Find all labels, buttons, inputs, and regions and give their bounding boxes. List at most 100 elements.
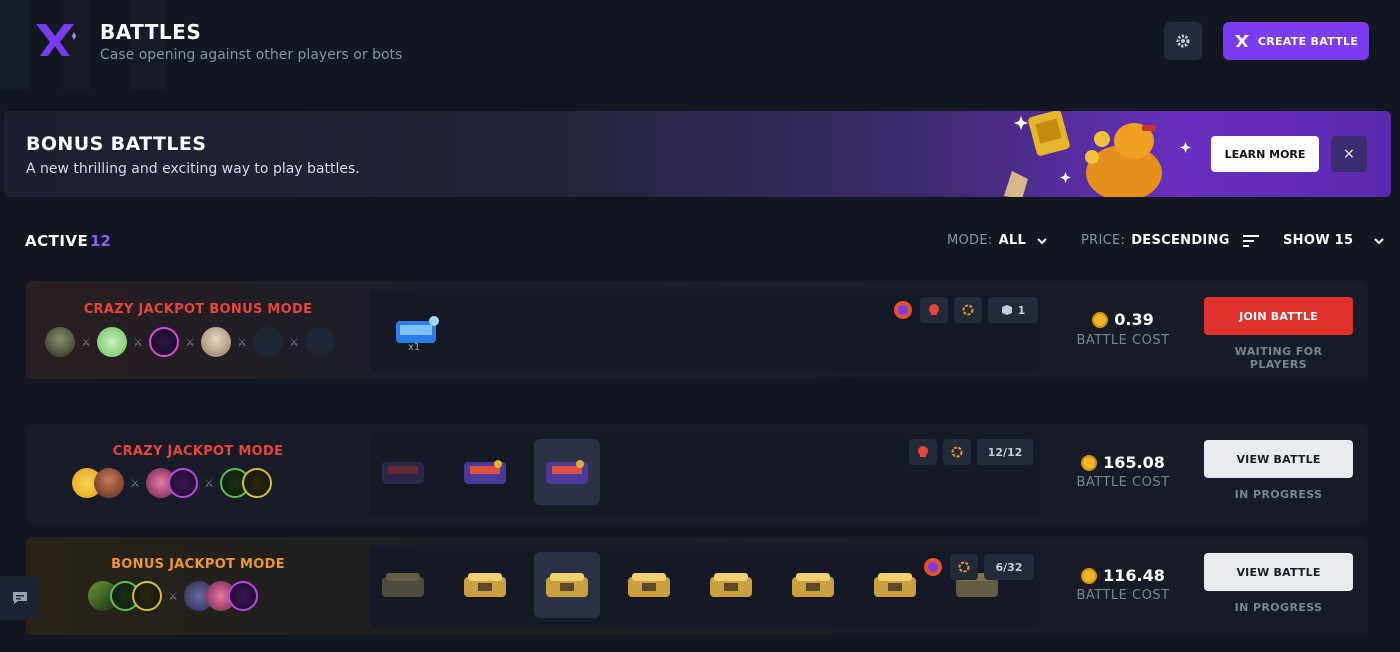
- battle-cost-value: 116.48: [1103, 566, 1165, 585]
- vs-icon: ⚔: [204, 476, 214, 490]
- avatar[interactable]: [242, 468, 272, 498]
- show-count-select[interactable]: SHOW 15: [1283, 233, 1385, 248]
- vs-icon: ⚔: [130, 476, 140, 490]
- mode-filter-value: ALL: [998, 233, 1027, 248]
- battle-row[interactable]: CRAZY JACKPOT MODE ⚔ ⚔ 12/12 165.08 BATT…: [26, 424, 1368, 524]
- case-image-icon: [464, 460, 506, 484]
- case-item[interactable]: [370, 439, 436, 505]
- learn-more-button[interactable]: LEARN MORE: [1211, 136, 1319, 172]
- battle-mode-label: BONUS JACKPOT MODE: [111, 557, 285, 572]
- avatar[interactable]: [228, 581, 258, 611]
- battles-logo-icon: [32, 20, 78, 60]
- battle-players: ⚔: [88, 581, 258, 611]
- battle-badges: 6/32: [922, 554, 1034, 580]
- battle-cost: 0.39: [1078, 310, 1168, 329]
- battle-players: ⚔ ⚔: [72, 468, 272, 498]
- empty-slot[interactable]: [305, 327, 335, 357]
- mode-filter[interactable]: MODE: ALL: [947, 233, 1048, 248]
- case-image-icon: [464, 573, 506, 597]
- empty-slot[interactable]: [253, 327, 283, 357]
- bonus-icon: [922, 554, 944, 580]
- create-battle-label: CREATE BATTLE: [1257, 34, 1359, 48]
- case-item[interactable]: [780, 552, 846, 618]
- case-item[interactable]: [452, 552, 518, 618]
- gear-icon: [1176, 34, 1190, 48]
- view-battle-button[interactable]: VIEW BATTLE: [1204, 440, 1353, 478]
- battle-status: IN PROGRESS: [1234, 601, 1323, 614]
- avatar[interactable]: [94, 468, 124, 498]
- view-battle-button[interactable]: VIEW BATTLE: [1204, 553, 1353, 591]
- box-icon: [1001, 305, 1012, 315]
- price-sort-key: PRICE:: [1081, 233, 1126, 248]
- vs-icon: ⚔: [237, 335, 247, 349]
- case-image-icon: [628, 573, 670, 597]
- battle-cost-label: BATTLE COST: [1076, 333, 1170, 348]
- avatar[interactable]: [45, 327, 75, 357]
- price-sort[interactable]: PRICE: DESCENDING: [1081, 233, 1260, 248]
- avatar[interactable]: [168, 468, 198, 498]
- swords-icon: [1234, 35, 1249, 47]
- show-count-value: SHOW 15: [1283, 233, 1354, 248]
- case-image-icon: [546, 573, 588, 597]
- coin-icon: [1092, 311, 1109, 328]
- rounds-badge: 6/32: [984, 554, 1034, 580]
- page-title: BATTLES: [100, 20, 202, 44]
- case-item[interactable]: [616, 552, 682, 618]
- battle-cost-label: BATTLE COST: [1076, 475, 1170, 490]
- jackpot-icon: [950, 554, 978, 580]
- battle-status: WAITING FOR PLAYERS: [1234, 345, 1323, 371]
- battle-mode-label: CRAZY JACKPOT MODE: [112, 444, 284, 459]
- battle-cost-label: BATTLE COST: [1076, 588, 1170, 603]
- case-item[interactable]: [862, 552, 928, 618]
- battle-row[interactable]: CRAZY JACKPOT BONUS MODE ⚔ ⚔ ⚔ ⚔ ⚔ x1 1 …: [26, 281, 1368, 379]
- vs-icon: ⚔: [168, 589, 178, 603]
- battle-players-area: CRAZY JACKPOT BONUS MODE ⚔ ⚔ ⚔ ⚔ ⚔: [26, 281, 370, 379]
- case-image-icon: [382, 573, 424, 597]
- battle-players-area: CRAZY JACKPOT MODE ⚔ ⚔: [26, 424, 370, 524]
- avatar[interactable]: [201, 327, 231, 357]
- battle-row[interactable]: BONUS JACKPOT MODE ⚔ 6/32 116.48 BATTLE …: [26, 537, 1368, 635]
- create-battle-button[interactable]: CREATE BATTLE: [1223, 22, 1369, 60]
- chevron-down-icon: [1037, 237, 1047, 244]
- case-item[interactable]: [452, 439, 518, 505]
- close-banner-button[interactable]: ×: [1331, 136, 1367, 172]
- chevron-down-icon: [1374, 237, 1385, 244]
- mode-filter-key: MODE:: [947, 233, 993, 248]
- chat-icon: [13, 592, 27, 604]
- battle-cost: 116.48: [1078, 566, 1168, 585]
- battle-cost: 165.08: [1078, 453, 1168, 472]
- banner-title: BONUS BATTLES: [26, 133, 207, 155]
- banner-illustration: [994, 111, 1194, 197]
- active-count: 12: [90, 232, 111, 250]
- coin-icon: [1081, 567, 1098, 584]
- battle-cost-value: 165.08: [1103, 453, 1165, 472]
- case-image-icon: [546, 460, 588, 484]
- chat-toggle-button[interactable]: [0, 576, 40, 620]
- avatar[interactable]: [97, 327, 127, 357]
- case-item[interactable]: [384, 299, 450, 365]
- avatar[interactable]: [149, 327, 179, 357]
- battle-status: IN PROGRESS: [1234, 488, 1323, 501]
- battle-players-area: BONUS JACKPOT MODE ⚔: [26, 537, 370, 635]
- settings-button[interactable]: [1164, 22, 1202, 60]
- jackpot-icon: [943, 439, 971, 465]
- join-battle-button[interactable]: JOIN BATTLE: [1204, 297, 1353, 335]
- case-item[interactable]: [534, 552, 600, 618]
- jackpot-icon: [954, 297, 982, 323]
- case-count: x1: [408, 342, 421, 353]
- case-item[interactable]: [534, 439, 600, 505]
- battle-mode-label: CRAZY JACKPOT BONUS MODE: [83, 302, 313, 317]
- case-image-icon: [382, 462, 424, 484]
- page-header: BATTLES Case opening against other playe…: [0, 0, 1400, 90]
- battle-badges: 1: [892, 297, 1038, 323]
- active-label: ACTIVE: [25, 232, 89, 250]
- case-item[interactable]: [698, 552, 764, 618]
- case-image-icon: [874, 573, 916, 597]
- case-image-icon: [710, 573, 752, 597]
- case-image-icon: [792, 573, 834, 597]
- avatar[interactable]: [132, 581, 162, 611]
- case-item[interactable]: [370, 552, 436, 618]
- rounds-badge: 12/12: [977, 439, 1033, 465]
- bonus-battles-banner: BONUS BATTLES A new thrilling and exciti…: [4, 111, 1391, 197]
- battle-cost-value: 0.39: [1114, 310, 1154, 329]
